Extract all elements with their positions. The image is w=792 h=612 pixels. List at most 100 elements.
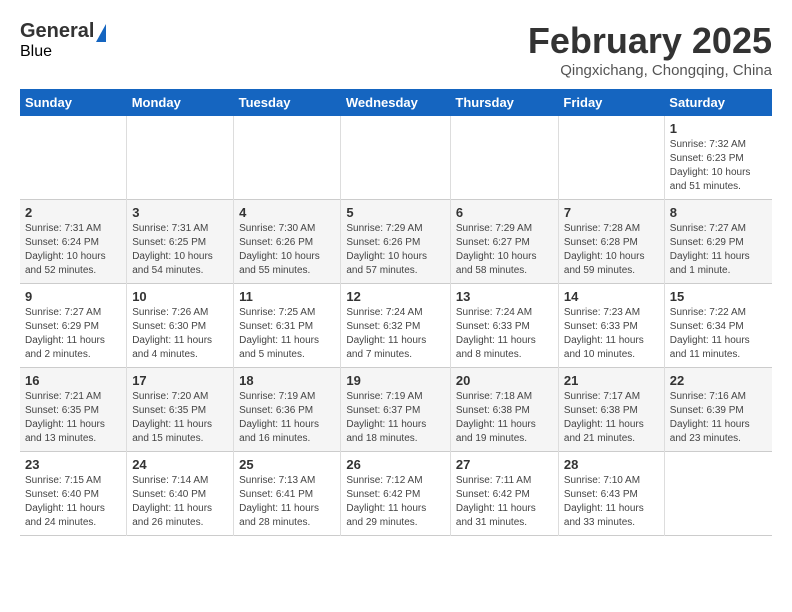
calendar-cell: 10 Sunrise: 7:26 AM Sunset: 6:30 PM Dayli… xyxy=(127,284,234,368)
day-number: 16 xyxy=(25,373,121,388)
day-info: Sunrise: 7:10 AM Sunset: 6:43 PM Dayligh… xyxy=(564,474,659,530)
day-info: Sunrise: 7:11 AM Sunset: 6:42 PM Dayligh… xyxy=(456,474,553,530)
day-number: 22 xyxy=(670,373,767,388)
day-number: 23 xyxy=(25,457,121,472)
calendar-cell: 5 Sunrise: 7:29 AM Sunset: 6:26 PM Daylig… xyxy=(341,200,451,284)
calendar-cell: 17 Sunrise: 7:20 AM Sunset: 6:35 PM Dayli… xyxy=(127,368,234,452)
day-number: 13 xyxy=(456,289,553,304)
calendar-cell: 8 Sunrise: 7:27 AM Sunset: 6:29 PM Daylig… xyxy=(664,200,772,284)
day-number: 3 xyxy=(132,205,228,220)
day-number: 2 xyxy=(25,205,121,220)
day-number: 27 xyxy=(456,457,553,472)
calendar-cell xyxy=(664,452,772,536)
calendar-cell: 21 Sunrise: 7:17 AM Sunset: 6:38 PM Dayli… xyxy=(558,368,664,452)
day-info: Sunrise: 7:27 AM Sunset: 6:29 PM Dayligh… xyxy=(670,222,767,278)
day-of-week-header: Thursday xyxy=(450,89,558,116)
day-info: Sunrise: 7:29 AM Sunset: 6:27 PM Dayligh… xyxy=(456,222,553,278)
day-number: 6 xyxy=(456,205,553,220)
calendar-cell: 16 Sunrise: 7:21 AM Sunset: 6:35 PM Dayli… xyxy=(20,368,127,452)
calendar-cell: 7Sunrise: 7:28 AM Sunset: 6:28 PM Daylig… xyxy=(558,200,664,284)
day-info: Sunrise: 7:20 AM Sunset: 6:35 PM Dayligh… xyxy=(132,390,228,446)
calendar-table: SundayMondayTuesdayWednesdayThursdayFrid… xyxy=(20,89,772,536)
day-info: Sunrise: 7:32 AM Sunset: 6:23 PM Dayligh… xyxy=(670,138,767,194)
day-number: 9 xyxy=(25,289,121,304)
day-info: Sunrise: 7:19 AM Sunset: 6:37 PM Dayligh… xyxy=(346,390,445,446)
day-number: 15 xyxy=(670,289,767,304)
calendar-header-row: SundayMondayTuesdayWednesdayThursdayFrid… xyxy=(20,89,772,116)
calendar-title: February 2025 xyxy=(528,20,772,62)
day-info: Sunrise: 7:19 AM Sunset: 6:36 PM Dayligh… xyxy=(239,390,335,446)
day-of-week-header: Sunday xyxy=(20,89,127,116)
calendar-cell xyxy=(341,116,451,200)
day-number: 24 xyxy=(132,457,228,472)
day-info: Sunrise: 7:31 AM Sunset: 6:24 PM Dayligh… xyxy=(25,222,121,278)
calendar-cell: 12 Sunrise: 7:24 AM Sunset: 6:32 PM Dayli… xyxy=(341,284,451,368)
day-number: 19 xyxy=(346,373,445,388)
day-info: Sunrise: 7:15 AM Sunset: 6:40 PM Dayligh… xyxy=(25,474,121,530)
day-info: Sunrise: 7:24 AM Sunset: 6:33 PM Dayligh… xyxy=(456,306,553,362)
day-info: Sunrise: 7:13 AM Sunset: 6:41 PM Dayligh… xyxy=(239,474,335,530)
calendar-cell: 28Sunrise: 7:10 AM Sunset: 6:43 PM Dayli… xyxy=(558,452,664,536)
day-number: 20 xyxy=(456,373,553,388)
calendar-cell: 1 Sunrise: 7:32 AM Sunset: 6:23 PM Daylig… xyxy=(664,116,772,200)
day-info: Sunrise: 7:14 AM Sunset: 6:40 PM Dayligh… xyxy=(132,474,228,530)
day-number: 14 xyxy=(564,289,659,304)
calendar-cell xyxy=(234,116,341,200)
calendar-cell: 3 Sunrise: 7:31 AM Sunset: 6:25 PM Daylig… xyxy=(127,200,234,284)
logo: General Blue xyxy=(20,20,106,61)
calendar-cell: 27 Sunrise: 7:11 AM Sunset: 6:42 PM Dayli… xyxy=(450,452,558,536)
calendar-cell: 20 Sunrise: 7:18 AM Sunset: 6:38 PM Dayli… xyxy=(450,368,558,452)
calendar-cell: 11 Sunrise: 7:25 AM Sunset: 6:31 PM Dayli… xyxy=(234,284,341,368)
day-of-week-header: Tuesday xyxy=(234,89,341,116)
day-of-week-header: Monday xyxy=(127,89,234,116)
day-info: Sunrise: 7:27 AM Sunset: 6:29 PM Dayligh… xyxy=(25,306,121,362)
calendar-week-row: 16 Sunrise: 7:21 AM Sunset: 6:35 PM Dayli… xyxy=(20,368,772,452)
day-of-week-header: Wednesday xyxy=(341,89,451,116)
calendar-cell: 4 Sunrise: 7:30 AM Sunset: 6:26 PM Daylig… xyxy=(234,200,341,284)
day-info: Sunrise: 7:26 AM Sunset: 6:30 PM Dayligh… xyxy=(132,306,228,362)
logo-blue-text: Blue xyxy=(20,43,52,61)
day-number: 11 xyxy=(239,289,335,304)
day-number: 10 xyxy=(132,289,228,304)
day-info: Sunrise: 7:29 AM Sunset: 6:26 PM Dayligh… xyxy=(346,222,445,278)
calendar-cell: 24 Sunrise: 7:14 AM Sunset: 6:40 PM Dayli… xyxy=(127,452,234,536)
day-number: 18 xyxy=(239,373,335,388)
day-info: Sunrise: 7:22 AM Sunset: 6:34 PM Dayligh… xyxy=(670,306,767,362)
calendar-cell: 14Sunrise: 7:23 AM Sunset: 6:33 PM Dayli… xyxy=(558,284,664,368)
calendar-cell: 22 Sunrise: 7:16 AM Sunset: 6:39 PM Dayli… xyxy=(664,368,772,452)
day-number: 7 xyxy=(564,205,659,220)
day-of-week-header: Saturday xyxy=(664,89,772,116)
logo-general-text: General xyxy=(20,20,94,43)
day-info: Sunrise: 7:24 AM Sunset: 6:32 PM Dayligh… xyxy=(346,306,445,362)
day-info: Sunrise: 7:31 AM Sunset: 6:25 PM Dayligh… xyxy=(132,222,228,278)
calendar-week-row: 1 Sunrise: 7:32 AM Sunset: 6:23 PM Daylig… xyxy=(20,116,772,200)
calendar-cell: 18 Sunrise: 7:19 AM Sunset: 6:36 PM Dayli… xyxy=(234,368,341,452)
day-number: 12 xyxy=(346,289,445,304)
calendar-week-row: 2 Sunrise: 7:31 AM Sunset: 6:24 PM Daylig… xyxy=(20,200,772,284)
day-number: 4 xyxy=(239,205,335,220)
day-info: Sunrise: 7:17 AM Sunset: 6:38 PM Dayligh… xyxy=(564,390,659,446)
calendar-cell xyxy=(558,116,664,200)
calendar-subtitle: Qingxichang, Chongqing, China xyxy=(528,62,772,79)
day-info: Sunrise: 7:18 AM Sunset: 6:38 PM Dayligh… xyxy=(456,390,553,446)
day-number: 5 xyxy=(346,205,445,220)
day-number: 1 xyxy=(670,121,767,136)
day-info: Sunrise: 7:12 AM Sunset: 6:42 PM Dayligh… xyxy=(346,474,445,530)
calendar-cell: 6 Sunrise: 7:29 AM Sunset: 6:27 PM Daylig… xyxy=(450,200,558,284)
day-number: 21 xyxy=(564,373,659,388)
calendar-cell: 26Sunrise: 7:12 AM Sunset: 6:42 PM Dayli… xyxy=(341,452,451,536)
calendar-cell: 25 Sunrise: 7:13 AM Sunset: 6:41 PM Dayli… xyxy=(234,452,341,536)
page-header: General Blue February 2025 Qingxichang, … xyxy=(20,20,772,79)
day-number: 25 xyxy=(239,457,335,472)
calendar-week-row: 23 Sunrise: 7:15 AM Sunset: 6:40 PM Dayli… xyxy=(20,452,772,536)
logo-triangle-icon xyxy=(96,24,106,42)
calendar-cell: 2 Sunrise: 7:31 AM Sunset: 6:24 PM Daylig… xyxy=(20,200,127,284)
calendar-cell: 15 Sunrise: 7:22 AM Sunset: 6:34 PM Dayli… xyxy=(664,284,772,368)
day-info: Sunrise: 7:30 AM Sunset: 6:26 PM Dayligh… xyxy=(239,222,335,278)
day-number: 8 xyxy=(670,205,767,220)
day-info: Sunrise: 7:16 AM Sunset: 6:39 PM Dayligh… xyxy=(670,390,767,446)
day-info: Sunrise: 7:25 AM Sunset: 6:31 PM Dayligh… xyxy=(239,306,335,362)
day-number: 17 xyxy=(132,373,228,388)
calendar-week-row: 9 Sunrise: 7:27 AM Sunset: 6:29 PM Daylig… xyxy=(20,284,772,368)
day-info: Sunrise: 7:21 AM Sunset: 6:35 PM Dayligh… xyxy=(25,390,121,446)
